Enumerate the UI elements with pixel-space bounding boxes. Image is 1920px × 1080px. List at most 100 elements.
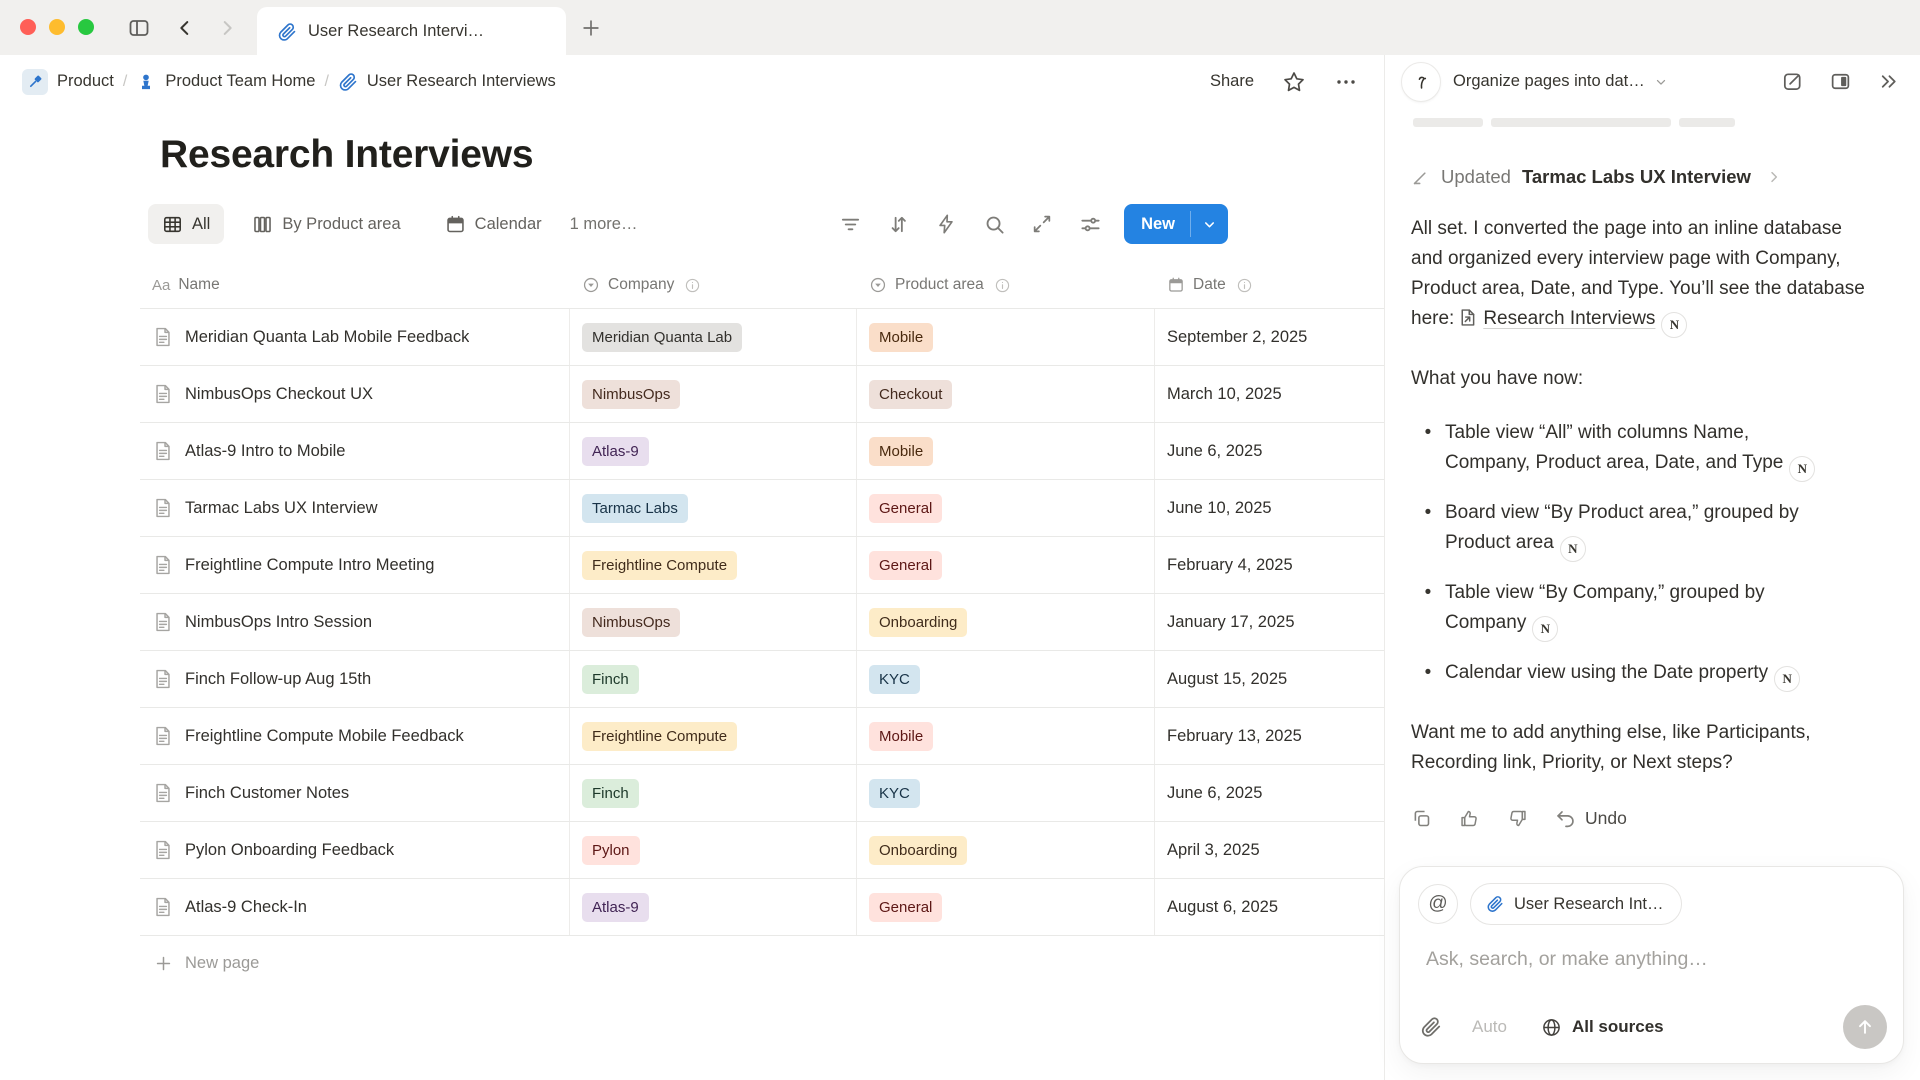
breadcrumb-item-team-home[interactable]: Product Team Home — [136, 72, 315, 92]
copy-icon[interactable] — [1411, 808, 1432, 829]
company-cell[interactable]: Pylon — [570, 822, 857, 878]
notion-page-badge-icon[interactable]: N — [1532, 616, 1558, 642]
table-row[interactable]: NimbusOps Checkout UXNimbusOpsCheckoutMa… — [140, 366, 1386, 423]
name-cell[interactable]: Finch Customer Notes — [140, 765, 570, 821]
more-views-button[interactable]: 1 more… — [570, 215, 638, 234]
company-cell[interactable]: Meridian Quanta Lab — [570, 309, 857, 365]
table-row[interactable]: Pylon Onboarding Feedback Pylon Onboarding… — [140, 822, 1386, 879]
date-cell[interactable]: June 6, 2025 — [1155, 765, 1386, 821]
breadcrumb-item-product[interactable]: Product — [22, 69, 114, 95]
product-area-tag[interactable]: General — [869, 551, 942, 580]
view-tab-all[interactable]: All — [148, 204, 224, 244]
company-tag[interactable]: Tarmac Labs — [582, 494, 688, 523]
breadcrumb-item-current-page[interactable]: User Research Interviews — [338, 72, 556, 92]
browser-tab-active[interactable]: User Research Intervi… — [257, 7, 566, 56]
zoom-window-button[interactable] — [78, 19, 94, 35]
mention-icon[interactable]: @ — [1418, 884, 1458, 924]
column-header-company[interactable]: Company — [570, 276, 857, 294]
name-cell[interactable]: Tarmac Labs UX Interview — [140, 480, 570, 536]
table-row[interactable]: Tarmac Labs UX Interview Tarmac Labs Gener… — [140, 480, 1386, 537]
date-cell[interactable]: June 10, 2025 — [1155, 480, 1386, 536]
name-cell[interactable]: Pylon Onboarding Feedback — [140, 822, 570, 878]
ai-prompt-input[interactable] — [1424, 947, 1848, 972]
product-area-cell[interactable]: KYC — [857, 765, 1155, 821]
all-sources-button[interactable]: All sources — [1541, 1017, 1664, 1038]
updated-page-row[interactable]: Updated Tarmac Labs UX Interview — [1411, 166, 1880, 188]
date-cell[interactable]: April 3, 2025 — [1155, 822, 1386, 878]
undo-button[interactable]: Undo — [1555, 808, 1627, 829]
product-area-tag[interactable]: KYC — [869, 779, 920, 808]
product-area-tag[interactable]: Mobile — [869, 323, 933, 352]
context-chip[interactable]: User Research Int… — [1470, 883, 1682, 925]
expand-icon[interactable] — [1030, 212, 1054, 236]
company-tag[interactable]: Freightline Compute — [582, 722, 737, 751]
product-area-cell[interactable]: Mobile — [857, 708, 1155, 764]
chevron-down-icon[interactable] — [1191, 204, 1228, 244]
close-window-button[interactable] — [20, 19, 36, 35]
name-cell[interactable]: Finch Follow-up Aug 15th — [140, 651, 570, 707]
notion-page-badge-icon[interactable]: N — [1560, 536, 1586, 562]
date-cell[interactable]: June 6, 2025 — [1155, 423, 1386, 479]
research-interviews-link[interactable]: Research Interviews — [1483, 308, 1655, 329]
notion-page-badge-icon[interactable]: N — [1661, 312, 1687, 338]
company-tag[interactable]: Atlas-9 — [582, 893, 649, 922]
double-chevron-right-icon[interactable] — [1877, 70, 1900, 93]
ai-thread-title[interactable]: Organize pages into dat… — [1453, 72, 1645, 91]
product-area-tag[interactable]: Checkout — [869, 380, 952, 409]
table-row[interactable]: Finch Follow-up Aug 15thFinchKYCAugust 1… — [140, 651, 1386, 708]
column-header-product-area[interactable]: Product area — [857, 276, 1155, 294]
view-tab-calendar[interactable]: Calendar — [431, 204, 556, 244]
info-icon[interactable] — [994, 277, 1011, 294]
name-cell[interactable]: Freightline Compute Mobile Feedback — [140, 708, 570, 764]
minimize-window-button[interactable] — [49, 19, 65, 35]
panel-toggle-icon[interactable] — [1829, 70, 1852, 93]
forward-icon[interactable] — [214, 15, 240, 41]
more-options-icon[interactable] — [1334, 70, 1358, 94]
company-tag[interactable]: Pylon — [582, 836, 640, 865]
sort-icon[interactable] — [886, 212, 910, 236]
company-tag[interactable]: Atlas-9 — [582, 437, 649, 466]
sidebar-toggle-icon[interactable] — [126, 15, 152, 41]
column-header-date[interactable]: Date — [1155, 276, 1386, 294]
table-row[interactable]: Finch Customer Notes Finch KYC June 6, 2025 — [140, 765, 1386, 822]
company-cell[interactable]: Tarmac Labs — [570, 480, 857, 536]
filter-icon[interactable] — [838, 212, 862, 236]
company-tag[interactable]: Freightline Compute — [582, 551, 737, 580]
compose-icon[interactable] — [1781, 70, 1804, 93]
company-tag[interactable]: NimbusOps — [582, 380, 680, 409]
search-icon[interactable] — [982, 212, 1006, 236]
product-area-cell[interactable]: Onboarding — [857, 822, 1155, 878]
company-tag[interactable]: Finch — [582, 779, 639, 808]
attach-paperclip-icon[interactable] — [1420, 1016, 1442, 1038]
company-cell[interactable]: Atlas-9 — [570, 423, 857, 479]
date-cell[interactable]: February 4, 2025 — [1155, 537, 1386, 593]
product-area-cell[interactable]: Mobile — [857, 309, 1155, 365]
new-button[interactable]: New — [1124, 204, 1228, 244]
product-area-tag[interactable]: General — [869, 494, 942, 523]
column-header-name[interactable]: Aa Name — [140, 276, 570, 294]
new-tab-button[interactable] — [576, 13, 606, 43]
view-tab-by-product-area[interactable]: By Product area — [238, 204, 414, 244]
product-area-tag[interactable]: Onboarding — [869, 836, 967, 865]
product-area-tag[interactable]: General — [869, 893, 942, 922]
automations-lightning-icon[interactable] — [934, 212, 958, 236]
auto-mode-button[interactable]: Auto — [1472, 1017, 1507, 1037]
product-area-cell[interactable]: Checkout — [857, 366, 1155, 422]
company-tag[interactable]: Finch — [582, 665, 639, 694]
date-cell[interactable]: September 2, 2025 — [1155, 309, 1386, 365]
product-area-cell[interactable]: Mobile — [857, 423, 1155, 479]
date-cell[interactable]: August 15, 2025 — [1155, 651, 1386, 707]
notion-page-badge-icon[interactable]: N — [1774, 666, 1800, 692]
company-cell[interactable]: Finch — [570, 765, 857, 821]
product-area-cell[interactable]: General — [857, 537, 1155, 593]
product-area-tag[interactable]: Onboarding — [869, 608, 967, 637]
name-cell[interactable]: Atlas-9 Check-In — [140, 879, 570, 935]
company-cell[interactable]: Freightline Compute — [570, 708, 857, 764]
thumbs-down-icon[interactable] — [1507, 808, 1528, 829]
share-button[interactable]: Share — [1210, 72, 1254, 91]
name-cell[interactable]: NimbusOps Checkout UX — [140, 366, 570, 422]
company-tag[interactable]: Meridian Quanta Lab — [582, 323, 742, 352]
new-page-row[interactable]: New page — [140, 936, 1386, 990]
date-cell[interactable]: January 17, 2025 — [1155, 594, 1386, 650]
view-settings-sliders-icon[interactable] — [1078, 212, 1102, 236]
